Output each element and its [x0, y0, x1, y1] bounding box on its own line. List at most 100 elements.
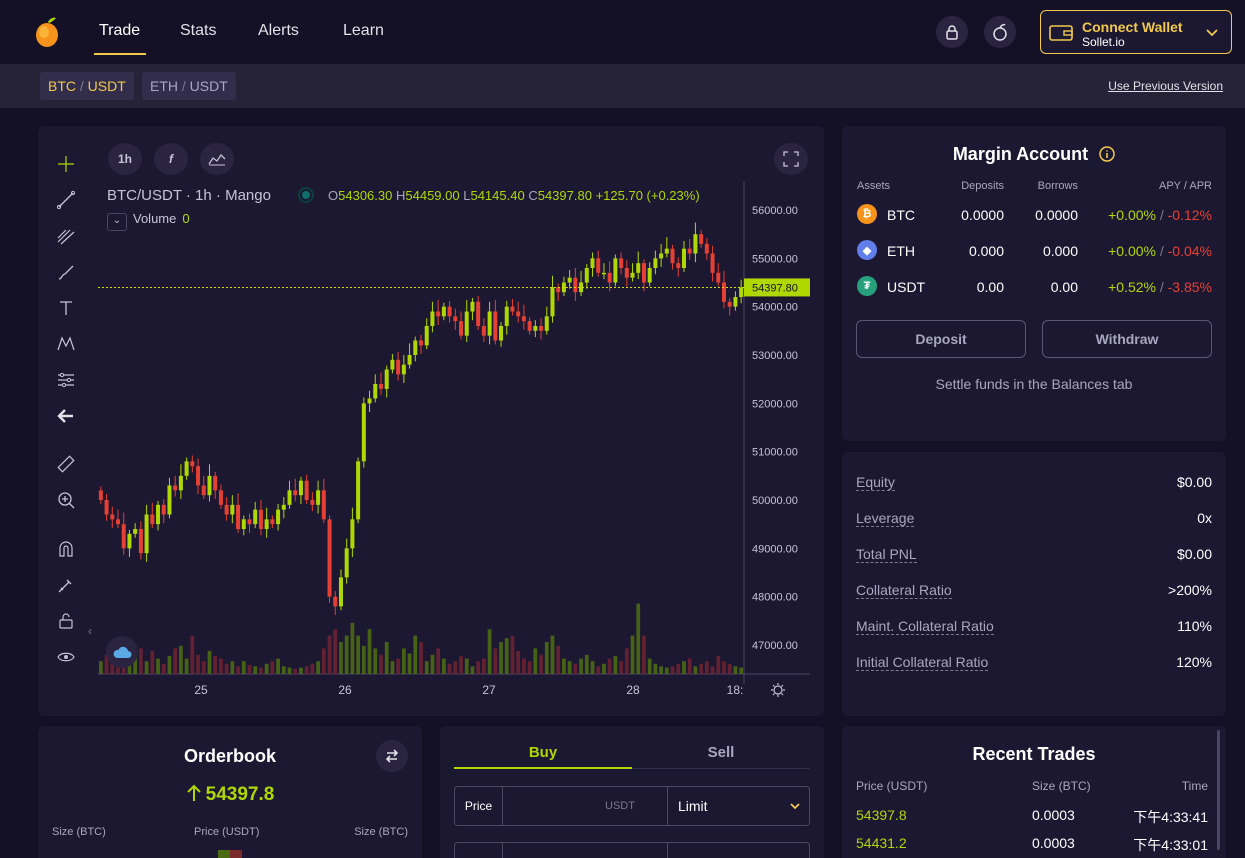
use-previous-version-link[interactable]: Use Previous Version — [1108, 79, 1223, 93]
volume-bar — [150, 650, 155, 674]
nav-stats[interactable]: Stats — [180, 22, 216, 40]
tradingview-logo-button[interactable] — [106, 636, 138, 668]
deposit-button[interactable]: Deposit — [856, 320, 1026, 358]
candle-body — [258, 509, 263, 529]
market-bar: BTC / USDT ETH / USDT Use Previous Versi… — [0, 64, 1245, 108]
volume-bar — [293, 668, 298, 674]
volume-bar — [699, 663, 703, 674]
rt-price-header: Price (USDT) — [856, 779, 928, 793]
volume-bar — [196, 654, 200, 674]
chart-settings-icon[interactable] — [770, 682, 786, 698]
stat-label[interactable]: Leverage — [856, 510, 915, 527]
orderbook-depth-bar — [218, 850, 230, 858]
candle-body — [424, 326, 429, 346]
asset-apy-apr: +0.00% / -0.04% — [1108, 243, 1212, 259]
volume-bar — [407, 653, 412, 674]
candle-body — [247, 519, 252, 525]
asset-name: ETH — [887, 243, 915, 259]
candle-body — [493, 311, 498, 341]
stat-label[interactable]: Maint. Collateral Ratio — [856, 618, 994, 635]
market-tab-eth-usdt[interactable]: ETH / USDT — [142, 72, 236, 100]
market-tab-btc-usdt[interactable]: BTC / USDT — [40, 72, 134, 100]
volume-bar — [687, 658, 692, 674]
volume-bar — [562, 658, 566, 674]
candle-body — [207, 475, 212, 496]
candle-body — [156, 504, 161, 525]
stat-label[interactable]: Collateral Ratio — [856, 582, 952, 599]
price-unit: USDT — [605, 800, 635, 812]
market-sep: / — [79, 78, 84, 94]
volume-bar — [270, 661, 275, 674]
candlestick-chart[interactable]: 56000.00 55000.00 54000.00 53000.00 52000.00… — [38, 126, 824, 716]
stat-label[interactable]: Total PNL — [856, 546, 917, 563]
candle-body — [624, 268, 629, 278]
stat-value: 110% — [1177, 618, 1212, 634]
candle-body — [670, 248, 675, 264]
volume-bar — [704, 661, 709, 674]
candle-body — [196, 466, 201, 486]
volume-bar — [344, 635, 349, 674]
price-field[interactable]: Price USDT Limit — [454, 786, 810, 826]
volume-bar — [579, 658, 583, 674]
candle-body — [550, 287, 555, 317]
field-divider — [667, 843, 668, 858]
withdraw-button[interactable]: Withdraw — [1042, 320, 1212, 358]
theme-button[interactable] — [984, 16, 1016, 48]
asset-name: USDT — [887, 279, 926, 295]
volume-bar — [424, 661, 429, 674]
candle-body — [167, 485, 172, 515]
candle-body — [98, 490, 103, 500]
orderbook-layout-button[interactable] — [376, 740, 408, 772]
volume-bar — [619, 661, 623, 674]
volume-bar — [379, 654, 383, 674]
volume-bar — [173, 648, 178, 674]
trade-size: 0.0003 — [1032, 835, 1075, 851]
candle-body — [138, 529, 143, 554]
top-nav: Trade Stats Alerts Learn Connect Wallet … — [0, 0, 1245, 64]
sell-tab[interactable]: Sell — [632, 744, 810, 761]
candle-body — [201, 485, 206, 496]
info-icon[interactable] — [1099, 146, 1115, 162]
volume-bar — [659, 666, 663, 674]
price-field-label: Price — [455, 787, 503, 825]
size-field[interactable] — [454, 842, 810, 858]
buy-tab[interactable]: Buy — [454, 744, 632, 761]
volume-bar — [396, 658, 400, 674]
volume-bar — [682, 661, 686, 674]
candle-body — [510, 306, 515, 312]
lock-button[interactable] — [936, 16, 968, 48]
candle-body — [333, 596, 338, 607]
connect-wallet-button[interactable]: Connect Wallet Sollet.io — [1040, 10, 1232, 54]
volume-bar — [413, 635, 418, 674]
mango-logo-icon[interactable] — [34, 16, 62, 48]
candle-body — [710, 253, 715, 273]
volume-bar — [247, 665, 252, 674]
volume-bar — [630, 635, 635, 674]
stat-equity: Equity $0.00 — [856, 474, 1212, 494]
nav-learn[interactable]: Learn — [343, 22, 384, 40]
volume-bar — [241, 661, 246, 674]
candle-body — [733, 297, 738, 307]
apy-apr-header: APY / APR — [1159, 180, 1212, 192]
stat-label[interactable]: Equity — [856, 474, 895, 491]
order-type-select[interactable]: Limit — [667, 787, 809, 825]
y-tick-label: 51000.00 — [752, 447, 798, 459]
usdt-icon: ₮ — [857, 276, 877, 296]
stat-leverage: Leverage 0x — [856, 510, 1212, 530]
x-tick-label: 26 — [338, 683, 352, 697]
volume-bar — [287, 667, 292, 674]
connect-wallet-label: Connect Wallet — [1082, 19, 1183, 35]
nav-trade[interactable]: Trade — [99, 22, 140, 40]
asset-apy-apr: +0.52% / -3.85% — [1108, 279, 1212, 295]
collapse-toolbar-icon[interactable]: ‹ — [88, 624, 92, 638]
candle-body — [304, 480, 309, 500]
candle-body — [390, 359, 395, 370]
asset-deposits: 0.000 — [968, 243, 1004, 259]
volume-bar — [607, 658, 612, 674]
size-left-header: Size (BTC) — [52, 826, 106, 838]
volume-bar — [527, 661, 532, 674]
sell-tab-underline — [632, 768, 810, 769]
nav-alerts[interactable]: Alerts — [258, 22, 299, 40]
stat-label[interactable]: Initial Collateral Ratio — [856, 654, 989, 671]
volume-bar — [207, 650, 212, 674]
